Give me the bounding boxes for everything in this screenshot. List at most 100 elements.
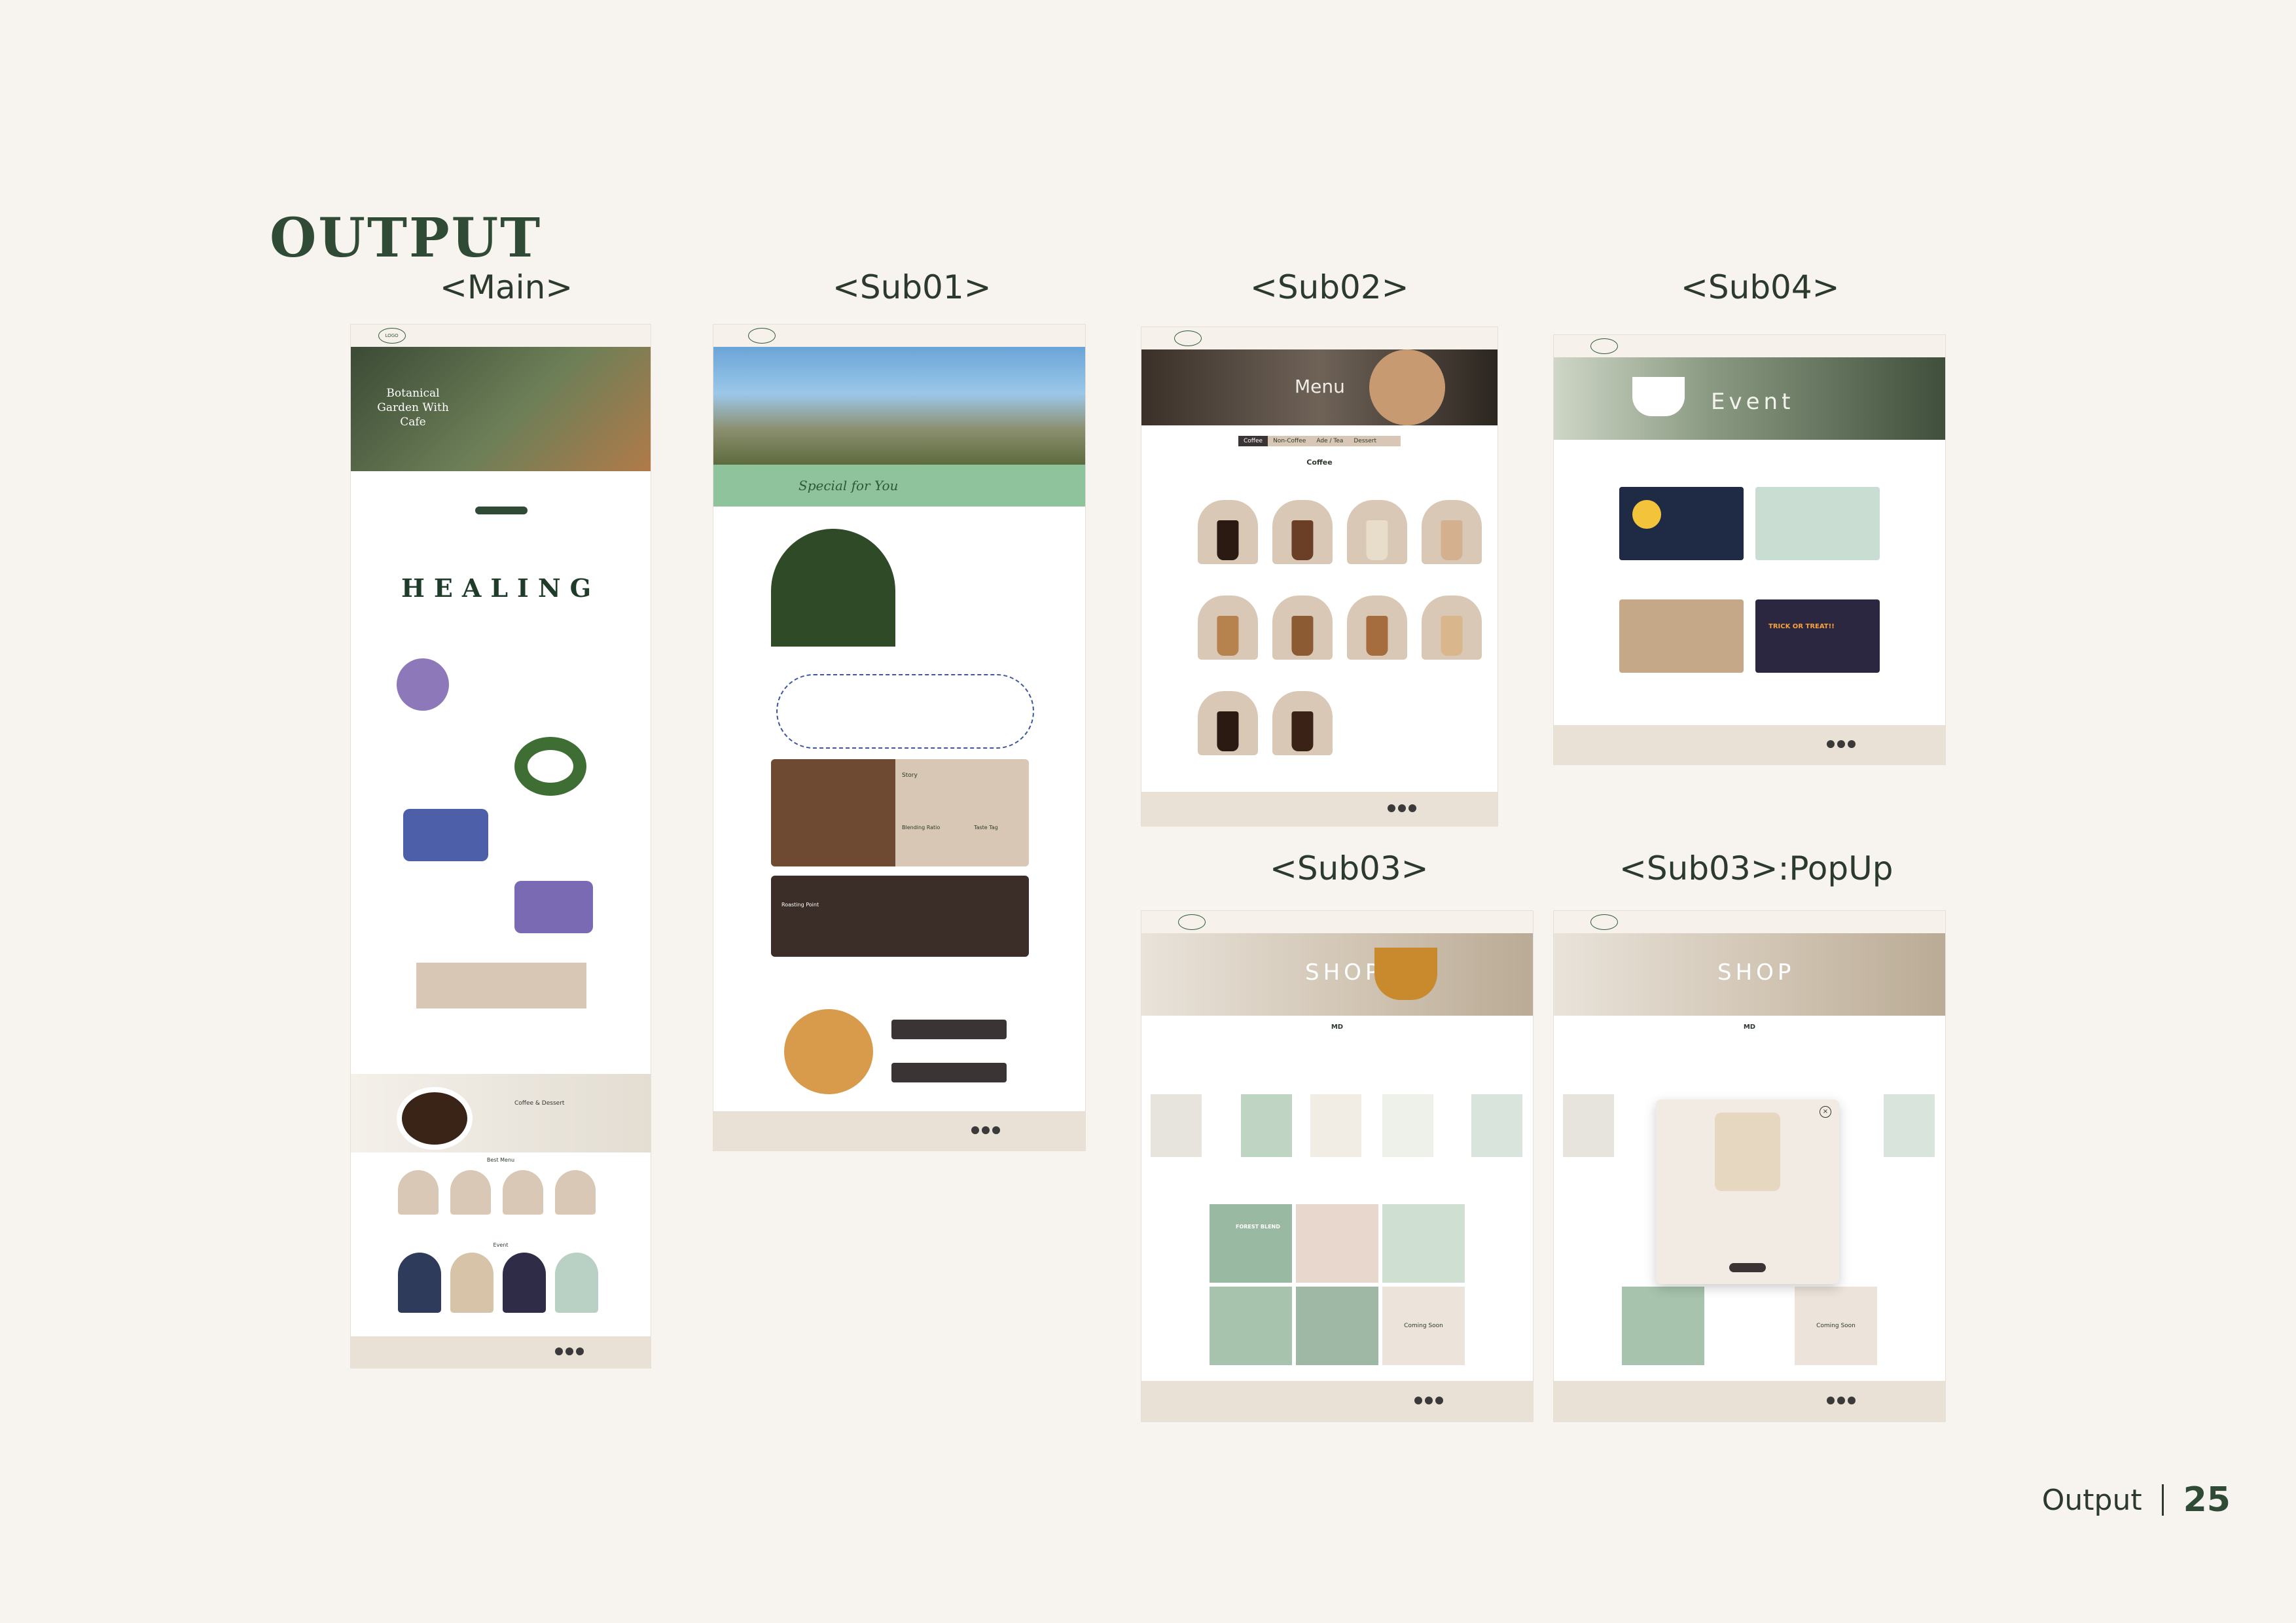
moon-icon (1632, 500, 1661, 529)
bakery-image (784, 1009, 873, 1094)
sub03-label: <Sub03> (1270, 849, 1429, 887)
roasting-box: Roasting Point (771, 876, 1029, 957)
menu-hero-title: Menu (1295, 376, 1345, 397)
drink-image (1291, 616, 1314, 656)
close-icon[interactable]: × (1820, 1106, 1831, 1118)
flower-image (514, 881, 593, 933)
event-card[interactable]: TRICK OR TREAT!! (1755, 599, 1880, 673)
sub01-slogan-bar: Special for You (713, 465, 1085, 507)
product-card[interactable] (1471, 1094, 1522, 1157)
honey-jar-image (1715, 1113, 1780, 1191)
drink-image (1291, 520, 1314, 560)
menu-card[interactable] (1198, 500, 1258, 564)
coffee-banner: Coffee & Dessert (351, 1074, 651, 1152)
product-card[interactable] (1563, 1094, 1614, 1157)
event-card[interactable] (450, 1253, 493, 1313)
page-number: 25 (2183, 1480, 2231, 1520)
menu-card[interactable] (1422, 500, 1482, 564)
drink-image (1217, 711, 1239, 751)
logo (1590, 914, 1618, 930)
md-section-title: MD (1743, 1024, 1756, 1031)
blending-title: Blending Ratio (902, 825, 941, 830)
info-pill (891, 1063, 1007, 1082)
menu-card[interactable] (1347, 500, 1407, 564)
roasting-title: Roasting Point (781, 902, 819, 908)
flower-image (403, 809, 488, 861)
page-title: OUTPUT (270, 207, 543, 270)
main-nav: LOGO (351, 325, 651, 347)
menu-card[interactable] (1347, 596, 1407, 660)
sub01-hero-image (713, 347, 1085, 465)
sub01-footer (713, 1111, 1085, 1150)
menu-card[interactable] (1198, 691, 1258, 755)
menu-card[interactable] (1422, 596, 1482, 660)
drink-image (1217, 616, 1239, 656)
shop-hero-title: SHOP (1717, 959, 1795, 986)
event-card[interactable] (1619, 599, 1744, 673)
drink-image (1291, 711, 1314, 751)
drink-image (1366, 616, 1388, 656)
event-card[interactable] (555, 1253, 598, 1313)
drink-image (1366, 520, 1388, 560)
best-menu-title: Best Menu (486, 1157, 515, 1163)
cup-image (1632, 377, 1685, 416)
drink-image (1441, 520, 1463, 560)
flower-image (514, 737, 586, 796)
menu-card[interactable] (450, 1170, 491, 1215)
menu-card[interactable] (1272, 691, 1333, 755)
menu-card[interactable] (555, 1170, 596, 1215)
logo (1174, 330, 1202, 346)
product-card[interactable] (1310, 1094, 1361, 1157)
logo: LOGO (378, 328, 406, 344)
sub03-nav (1141, 911, 1533, 933)
sub02-footer (1141, 792, 1498, 826)
event-card[interactable] (1755, 487, 1880, 560)
event-card[interactable] (398, 1253, 441, 1313)
product-tile[interactable] (1210, 1287, 1292, 1365)
tab-non-coffee[interactable]: Non-Coffee (1268, 436, 1311, 446)
coffee-dessert-title: Coffee & Dessert (514, 1100, 565, 1107)
menu-card[interactable] (1272, 596, 1333, 660)
main-more-button[interactable] (475, 507, 528, 514)
tea-cup-image (1374, 948, 1437, 1000)
sub04-footer (1554, 725, 1945, 764)
coming-soon-text: Coming Soon (1404, 1323, 1443, 1329)
product-tile[interactable] (1296, 1287, 1378, 1365)
product-card[interactable] (1382, 1094, 1433, 1157)
sub04-label: <Sub04> (1681, 268, 1840, 306)
sub03-popup-screenshot: SHOP MD Coming Soon × (1554, 911, 1945, 1421)
product-tile[interactable] (1382, 1204, 1465, 1283)
popup-detail-button[interactable] (1729, 1263, 1766, 1272)
healing-text: HEALING (401, 573, 601, 603)
sub04-screenshot: Event TRICK OR TREAT!! (1554, 335, 1945, 764)
info-pill (891, 1020, 1007, 1039)
info-box (416, 963, 586, 1008)
product-tile[interactable] (1622, 1287, 1704, 1365)
product-tile[interactable]: FOREST BLEND (1210, 1204, 1292, 1283)
menu-tabs: Coffee Non-Coffee Ade / Tea Dessert (1238, 436, 1401, 446)
tab-coffee[interactable]: Coffee (1238, 436, 1268, 446)
tab-ade-tea[interactable]: Ade / Tea (1311, 436, 1348, 446)
menu-card[interactable] (1272, 500, 1333, 564)
menu-card[interactable] (503, 1170, 543, 1215)
product-card[interactable] (1884, 1094, 1935, 1157)
menu-card[interactable] (398, 1170, 439, 1215)
sub03-screenshot: SHOP MD FOREST BLEND Coming Soon (1141, 911, 1533, 1421)
coffee-cup-image (397, 1087, 473, 1150)
flower-image (397, 658, 449, 711)
tab-dessert[interactable]: Dessert (1348, 436, 1382, 446)
event-card[interactable] (503, 1253, 546, 1313)
drink-image (1217, 520, 1239, 560)
product-tile[interactable] (1296, 1204, 1378, 1283)
sub01-label: <Sub01> (833, 268, 992, 306)
sub04-nav (1554, 335, 1945, 357)
menu-card[interactable] (1198, 596, 1258, 660)
main-hero-title: Botanical Garden With Cafe (377, 387, 449, 429)
sub02-label: <Sub02> (1250, 268, 1409, 306)
sub03p-nav (1554, 911, 1945, 933)
story-title: Story (902, 772, 918, 779)
product-popup[interactable]: × (1656, 1099, 1839, 1284)
product-card[interactable] (1151, 1094, 1202, 1157)
product-card[interactable] (1241, 1094, 1292, 1157)
event-card[interactable] (1619, 487, 1744, 560)
